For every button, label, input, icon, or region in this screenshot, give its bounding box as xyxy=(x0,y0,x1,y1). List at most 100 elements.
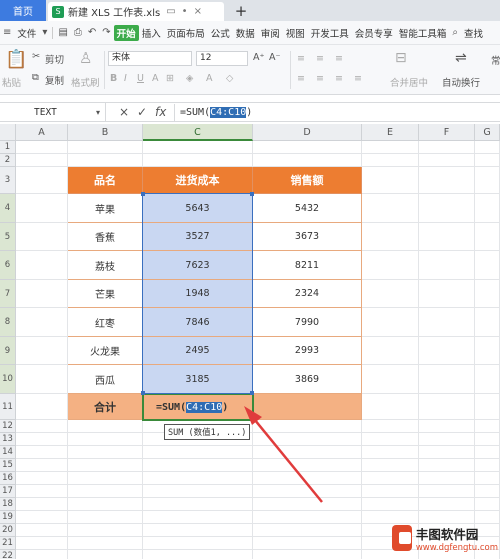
menu-smart-toolbox[interactable]: 智能工具箱 xyxy=(396,26,450,40)
row-header-1[interactable]: 1 xyxy=(0,141,16,154)
row-header-7[interactable]: 7 xyxy=(0,280,16,308)
row-header-5[interactable]: 5 xyxy=(0,223,16,251)
menu-view[interactable]: 视图 xyxy=(283,26,308,40)
align-left-icon[interactable]: ≡ xyxy=(297,73,305,84)
row-header-20[interactable]: 20 xyxy=(0,524,16,537)
row-header-16[interactable]: 16 xyxy=(0,472,16,485)
column-header-f[interactable]: F xyxy=(419,124,475,141)
column-header-e[interactable]: E xyxy=(362,124,419,141)
row-header-17[interactable]: 17 xyxy=(0,485,16,498)
sales-value-cell[interactable]: 7990 xyxy=(253,308,362,337)
bold-icon[interactable]: B xyxy=(110,73,117,84)
product-name-cell[interactable]: 红枣 xyxy=(68,308,143,337)
insert-function-icon[interactable]: fx xyxy=(155,105,166,119)
row-header-10[interactable]: 10 xyxy=(0,365,16,394)
header-cost[interactable]: 进货成本 xyxy=(143,167,253,194)
border-icon[interactable]: ⊞ xyxy=(166,73,174,84)
total-label-cell[interactable]: 合计 xyxy=(68,394,143,420)
row-header-19[interactable]: 19 xyxy=(0,511,16,524)
save-icon[interactable]: ▤ xyxy=(55,27,70,38)
sales-value-cell[interactable]: 3869 xyxy=(253,365,362,394)
row-header-13[interactable]: 13 xyxy=(0,433,16,446)
hamburger-menu-icon[interactable]: ≡ xyxy=(0,27,14,38)
sales-value-cell[interactable]: 3673 xyxy=(253,223,362,251)
close-tab-icon[interactable]: × xyxy=(194,6,202,17)
chevron-down-icon[interactable]: ▾ xyxy=(96,108,100,117)
menu-search[interactable]: 查找 xyxy=(461,26,486,40)
column-header-a[interactable]: A xyxy=(16,124,68,141)
align-middle-icon[interactable]: ≡ xyxy=(316,53,324,64)
row-header-22[interactable]: 22 xyxy=(0,550,16,559)
row-header-21[interactable]: 21 xyxy=(0,537,16,550)
fill-color-icon[interactable]: ◈ xyxy=(186,73,193,84)
underline-icon[interactable]: U xyxy=(137,73,144,84)
product-name-cell[interactable]: 香蕉 xyxy=(68,223,143,251)
decrease-font-icon[interactable]: A⁻ xyxy=(269,52,281,63)
column-header-d[interactable]: D xyxy=(253,124,362,141)
menu-file[interactable]: 文件 xyxy=(14,26,39,40)
menu-insert[interactable]: 插入 xyxy=(139,26,164,40)
active-formula-cell[interactable]: =SUM(C4:C10) xyxy=(142,393,254,421)
new-tab-button[interactable]: + xyxy=(232,2,250,20)
row-header-11[interactable]: 11 xyxy=(0,394,16,420)
cost-value-cell[interactable]: 2495 xyxy=(143,337,253,365)
align-right-icon[interactable]: ≡ xyxy=(335,73,343,84)
document-tab[interactable]: S 新建 XLS 工作表.xls ▭ • × xyxy=(48,2,224,21)
format-painter-icon[interactable]: ♙ xyxy=(79,49,92,67)
sales-value-cell[interactable]: 5432 xyxy=(253,194,362,223)
name-box[interactable]: TEXT xyxy=(0,103,106,122)
italic-icon[interactable]: I xyxy=(124,73,127,84)
auto-wrap-button[interactable]: 自动换行 xyxy=(442,75,480,89)
menu-page-layout[interactable]: 页面布局 xyxy=(164,26,208,40)
strikethrough-icon[interactable]: A xyxy=(152,73,159,84)
sales-value-cell[interactable]: 2324 xyxy=(253,280,362,308)
product-name-cell[interactable]: 苹果 xyxy=(68,194,143,223)
confirm-icon[interactable]: ✓ xyxy=(137,105,147,119)
selection-handle[interactable] xyxy=(250,192,254,196)
sales-value-cell[interactable]: 2993 xyxy=(253,337,362,365)
paste-button[interactable]: 粘贴 xyxy=(2,75,21,89)
product-name-cell[interactable]: 火龙果 xyxy=(68,337,143,365)
scissors-icon[interactable]: ✂ xyxy=(32,51,40,62)
product-name-cell[interactable]: 西瓜 xyxy=(68,365,143,394)
selection-handle[interactable] xyxy=(141,391,145,395)
menu-data[interactable]: 数据 xyxy=(233,26,258,40)
copy-button[interactable]: 复制 xyxy=(45,73,64,87)
sales-value-cell[interactable]: 8211 xyxy=(253,251,362,280)
cost-value-cell[interactable]: 3527 xyxy=(143,223,253,251)
column-header-g[interactable]: G xyxy=(475,124,500,141)
cost-value-cell[interactable]: 3185 xyxy=(143,365,253,394)
merge-center-icon[interactable]: ⊟ xyxy=(395,50,407,66)
menu-member[interactable]: 会员专享 xyxy=(352,26,396,40)
number-format-select[interactable]: 常 xyxy=(491,53,500,67)
merge-center-button[interactable]: 合并居中 xyxy=(390,75,428,89)
align-top-icon[interactable]: ≡ xyxy=(297,53,305,64)
select-all-corner[interactable] xyxy=(0,124,16,141)
menu-review[interactable]: 审阅 xyxy=(258,26,283,40)
cost-value-cell[interactable]: 1948 xyxy=(143,280,253,308)
cost-value-cell[interactable]: 5643 xyxy=(143,194,253,223)
font-color-icon[interactable]: A xyxy=(206,73,213,84)
cost-value-cell[interactable]: 7846 xyxy=(143,308,253,337)
header-product[interactable]: 品名 xyxy=(68,167,143,194)
justify-icon[interactable]: ≡ xyxy=(354,73,362,84)
column-header-b[interactable]: B xyxy=(68,124,143,141)
row-header-8[interactable]: 8 xyxy=(0,308,16,337)
cancel-icon[interactable]: × xyxy=(119,105,129,119)
formula-input[interactable]: =SUM(C4:C10) xyxy=(174,104,500,121)
wrap-text-icon[interactable]: ⇌ xyxy=(455,50,467,66)
product-name-cell[interactable]: 芒果 xyxy=(68,280,143,308)
row-header-9[interactable]: 9 xyxy=(0,337,16,365)
menu-start[interactable]: 开始 xyxy=(113,24,139,41)
total-sales-cell[interactable] xyxy=(253,394,362,420)
cost-value-cell[interactable]: 7623 xyxy=(143,251,253,280)
undo-icon[interactable]: ↶ xyxy=(85,27,99,38)
row-header-6[interactable]: 6 xyxy=(0,251,16,280)
product-name-cell[interactable]: 荔枝 xyxy=(68,251,143,280)
clear-format-icon[interactable]: ◇ xyxy=(226,73,233,84)
row-header-3[interactable]: 3 xyxy=(0,167,16,194)
row-header-2[interactable]: 2 xyxy=(0,154,16,167)
cut-button[interactable]: 剪切 xyxy=(45,52,64,66)
paste-icon[interactable]: 📋 xyxy=(5,49,27,70)
print-icon[interactable]: ⎙ xyxy=(71,27,85,38)
